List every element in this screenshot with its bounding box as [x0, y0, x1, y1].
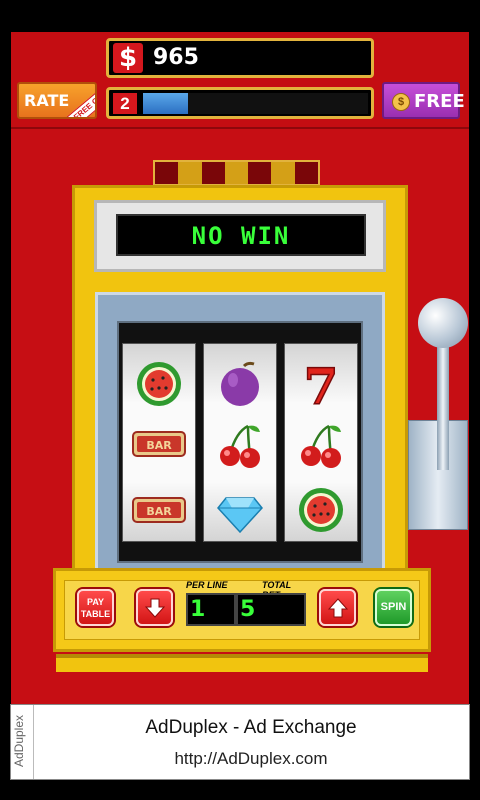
per-line-label: PER LINE — [186, 580, 228, 590]
lever-rod[interactable] — [437, 335, 449, 470]
lever-knob[interactable] — [418, 298, 468, 348]
ad-side-label: AdDuplex — [12, 714, 26, 768]
status-bar — [0, 0, 480, 32]
light-segment — [294, 162, 318, 184]
bar-symbol-icon: BAR — [123, 418, 195, 470]
watermelon-symbol-icon — [123, 358, 195, 410]
light-segment — [224, 162, 249, 184]
svg-text:BAR: BAR — [146, 439, 172, 452]
xp-progress-fill — [143, 93, 188, 114]
watermelon-symbol-icon — [285, 484, 357, 536]
bet-labels: PER LINE TOTAL BET — [186, 580, 306, 600]
reel: 7 — [284, 343, 358, 542]
bar-symbol-icon: BAR — [123, 484, 195, 536]
free-coins-button[interactable]: $ FREE — [382, 82, 465, 119]
diamond-symbol-icon — [204, 484, 276, 536]
total-bet-value: 5 — [240, 597, 256, 622]
pay-table-button[interactable]: PAY TABLE — [77, 589, 114, 626]
coin-count: 965 — [153, 45, 199, 70]
free-label: FREE — [414, 91, 465, 112]
free-coins-ribbon: FREE COINS — [65, 84, 95, 117]
coin-icon: $ — [392, 93, 410, 111]
level-number: 2 — [113, 93, 137, 114]
cherries-symbol-icon — [285, 418, 357, 470]
coin-balance: $ 965 — [106, 38, 374, 78]
ad-title: AdDuplex - Ad Exchange — [145, 717, 357, 738]
reel — [203, 343, 277, 542]
arrow-down-icon — [144, 598, 166, 618]
cherries-symbol-icon — [204, 418, 276, 470]
light-segment — [201, 162, 225, 184]
rate-label: RATE — [24, 91, 70, 110]
dollar-icon: $ — [113, 43, 143, 73]
per-line-display: 1 — [186, 593, 236, 626]
per-line-value: 1 — [190, 597, 206, 622]
ad-url[interactable]: http://AdDuplex.com — [33, 749, 469, 769]
ad-banner[interactable]: AdDuplex AdDuplex - Ad Exchange http://A… — [10, 704, 470, 780]
bet-increase-button[interactable] — [319, 589, 356, 626]
spin-button[interactable]: SPIN — [375, 589, 412, 626]
result-message: NO WIN — [191, 222, 291, 250]
bet-decrease-button[interactable] — [136, 589, 173, 626]
arrow-up-icon — [327, 598, 349, 618]
xp-progress-track — [143, 93, 368, 114]
svg-text:BAR: BAR — [146, 505, 172, 518]
light-segment — [178, 162, 202, 184]
light-segment — [248, 162, 272, 184]
total-bet-display: 5 — [236, 593, 306, 626]
seven-symbol-icon: 7 — [285, 356, 357, 417]
reel: BAR BAR — [122, 343, 196, 542]
rate-button[interactable]: RATE FREE COINS — [17, 82, 97, 119]
light-segment — [155, 162, 179, 184]
ad-side-strip: AdDuplex — [11, 705, 34, 779]
result-display: NO WIN — [116, 214, 366, 256]
plum-symbol-icon — [204, 358, 276, 410]
top-light-strip — [153, 160, 320, 186]
control-panel-base — [56, 654, 428, 672]
light-segment — [271, 162, 295, 184]
level-bar: 2 — [106, 87, 374, 119]
svg-text:7: 7 — [304, 358, 339, 410]
